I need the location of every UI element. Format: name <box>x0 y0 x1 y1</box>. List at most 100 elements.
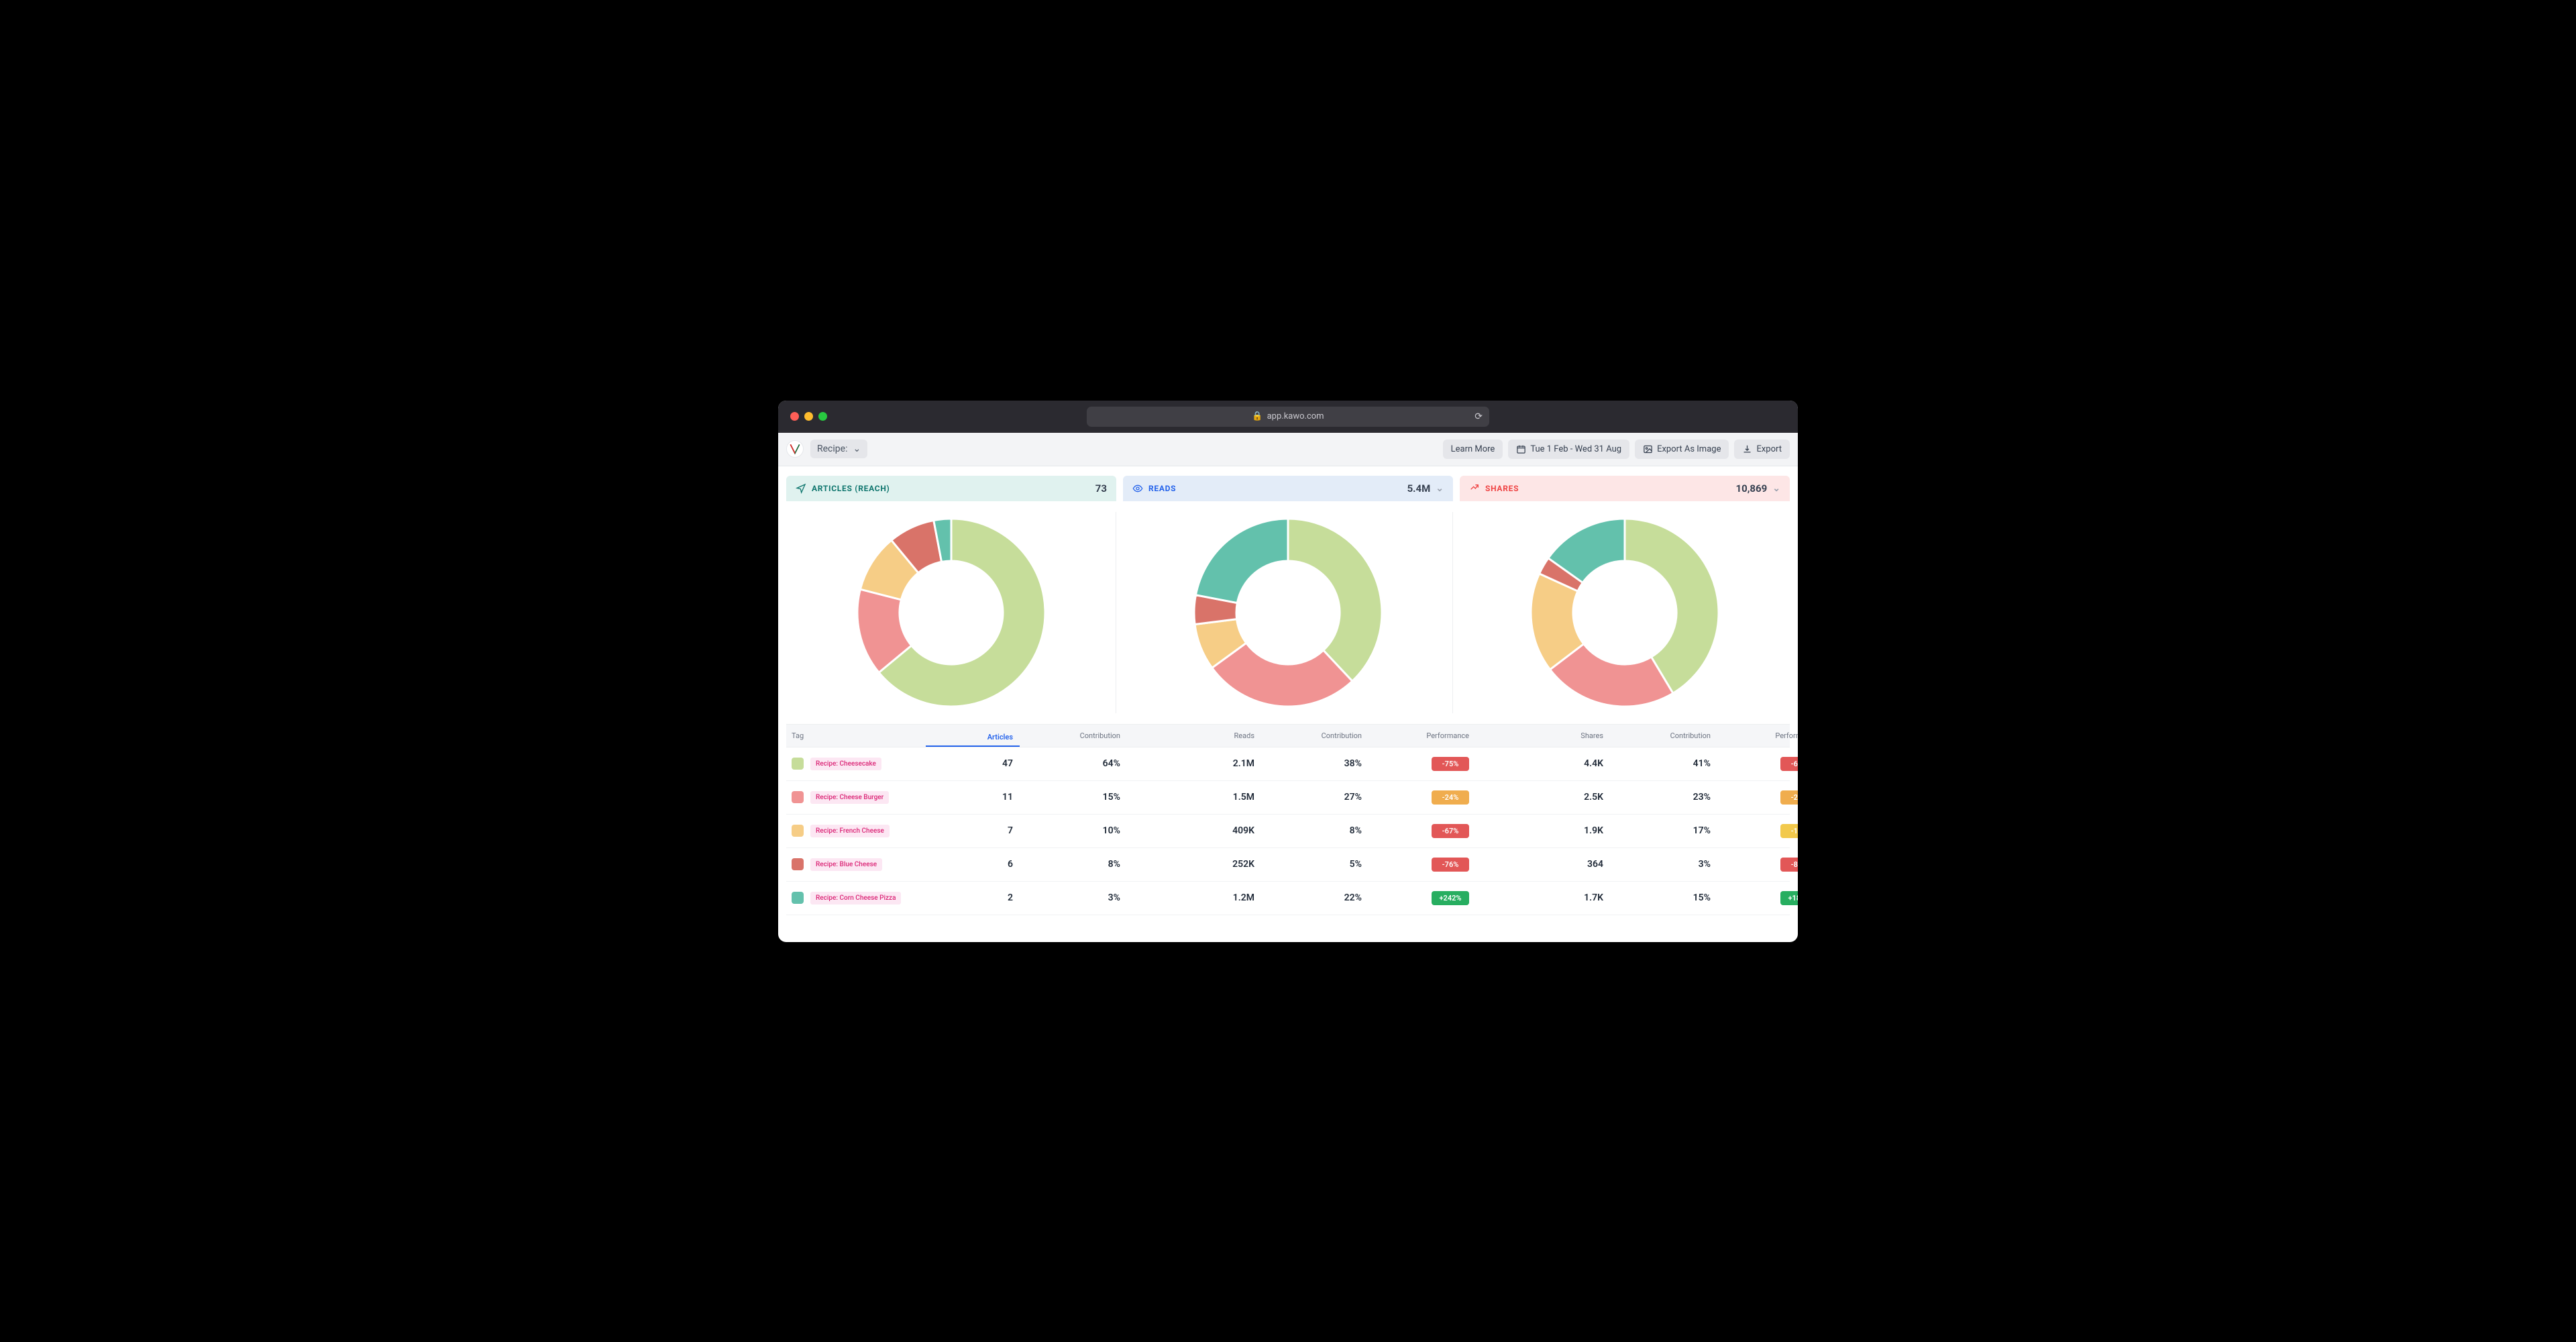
image-icon <box>1643 444 1653 454</box>
table-row[interactable]: Recipe: Cheesecake 47 64% 2.1M 38% -75% … <box>786 747 1790 781</box>
panel-shares-title: Shares <box>1485 484 1519 493</box>
perf-badge: -76% <box>1432 858 1469 872</box>
donut-shares: 41%23%17%15% <box>1527 515 1722 710</box>
panel-shares-value: 10,869 <box>1736 482 1768 495</box>
cell-articles-contrib: 64% <box>1020 758 1127 769</box>
tag-pill: Recipe: Cheesecake <box>810 758 881 770</box>
cell-reads-contrib: 5% <box>1261 859 1368 870</box>
cell-reads-contrib: 8% <box>1261 825 1368 836</box>
cell-shares-contrib: 15% <box>1610 892 1717 903</box>
cell-articles: 11 <box>926 792 1020 803</box>
export-image-button[interactable]: Export As Image <box>1635 440 1729 459</box>
table-row[interactable]: Recipe: Corn Cheese Pizza 2 3% 1.2M 22% … <box>786 882 1790 915</box>
tag-pill: Recipe: French Cheese <box>810 825 890 837</box>
share-icon <box>1469 483 1480 494</box>
export-image-label: Export As Image <box>1657 444 1721 454</box>
perf-badge: -24% <box>1432 790 1469 805</box>
tag-pill: Recipe: Blue Cheese <box>810 858 882 871</box>
color-swatch <box>792 892 804 904</box>
table-header: Tag Articles Contribution Reads Contribu… <box>786 724 1790 747</box>
address-bar[interactable]: 🔒 app.kawo.com ⟳ <box>1087 407 1489 427</box>
learn-more-button[interactable]: Learn More <box>1443 440 1503 459</box>
perf-badge: -22% <box>1780 790 1798 805</box>
cell-reads-contrib: 22% <box>1261 892 1368 903</box>
table-body: Recipe: Cheesecake 47 64% 2.1M 38% -75% … <box>786 747 1790 915</box>
perf-badge: -67% <box>1432 824 1469 838</box>
cell-shares-contrib: 41% <box>1610 758 1717 769</box>
chevron-down-icon: ⌄ <box>1772 483 1780 494</box>
color-swatch <box>792 858 804 870</box>
app-window: 🔒 app.kawo.com ⟳ Recipe: ⌄ Learn More Tu… <box>778 401 1798 942</box>
color-swatch <box>792 758 804 770</box>
perf-badge: +181% <box>1780 891 1798 905</box>
col-shares[interactable]: Shares <box>1503 731 1610 740</box>
col-tag[interactable]: Tag <box>792 731 926 740</box>
table-row[interactable]: Recipe: French Cheese 7 10% 409K 8% -67%… <box>786 815 1790 848</box>
fullscreen-icon[interactable] <box>818 412 827 421</box>
cell-reads: 252K <box>1154 859 1261 870</box>
color-swatch <box>792 825 804 837</box>
cell-articles-contrib: 15% <box>1020 792 1127 803</box>
panel-reads[interactable]: Reads 5.4M ⌄ <box>1123 476 1453 501</box>
cell-shares-contrib: 23% <box>1610 792 1717 803</box>
cell-articles-contrib: 8% <box>1020 859 1127 870</box>
col-reads-perf[interactable]: Performance <box>1368 731 1476 740</box>
tag-selector-label: Recipe: <box>817 444 847 454</box>
cell-reads: 409K <box>1154 825 1261 836</box>
refresh-icon[interactable]: ⟳ <box>1474 411 1483 422</box>
perf-badge: -80% <box>1780 858 1798 872</box>
table-row[interactable]: Recipe: Cheese Burger 11 15% 1.5M 27% -2… <box>786 781 1790 815</box>
cell-articles: 2 <box>926 892 1020 903</box>
col-shares-contrib[interactable]: Contribution <box>1610 731 1717 740</box>
cell-reads-contrib: 38% <box>1261 758 1368 769</box>
tag-pill: Recipe: Cheese Burger <box>810 791 889 804</box>
date-range-button[interactable]: Tue 1 Feb - Wed 31 Aug <box>1508 440 1629 459</box>
send-icon <box>796 483 806 494</box>
cell-shares-contrib: 3% <box>1610 859 1717 870</box>
cell-articles: 6 <box>926 859 1020 870</box>
cell-articles-contrib: 3% <box>1020 892 1127 903</box>
tag-pill: Recipe: Corn Cheese Pizza <box>810 892 901 905</box>
browser-titlebar: 🔒 app.kawo.com ⟳ <box>778 401 1798 433</box>
cell-shares-contrib: 17% <box>1610 825 1717 836</box>
panel-articles: Articles (Reach) 73 <box>786 476 1116 501</box>
perf-badge: +242% <box>1432 891 1469 905</box>
perf-badge: -68% <box>1780 757 1798 771</box>
col-reads[interactable]: Reads <box>1154 731 1261 740</box>
cell-shares: 2.5K <box>1503 792 1610 803</box>
cell-reads-contrib: 27% <box>1261 792 1368 803</box>
panel-reads-title: Reads <box>1148 484 1176 493</box>
calendar-icon <box>1516 444 1526 454</box>
export-button[interactable]: Export <box>1734 440 1790 459</box>
chevron-down-icon: ⌄ <box>1436 483 1444 494</box>
panel-articles-title: Articles (Reach) <box>812 484 890 493</box>
cell-articles: 47 <box>926 758 1020 769</box>
perf-badge: -75% <box>1432 757 1469 771</box>
cell-articles-contrib: 10% <box>1020 825 1127 836</box>
export-label: Export <box>1756 444 1782 454</box>
donut-articles: 64%15%10%8% <box>854 515 1049 710</box>
cell-reads: 1.2M <box>1154 892 1261 903</box>
panel-reads-value: 5.4M <box>1407 482 1431 495</box>
panel-shares[interactable]: Shares 10,869 ⌄ <box>1460 476 1790 501</box>
table-row[interactable]: Recipe: Blue Cheese 6 8% 252K 5% -76% 36… <box>786 848 1790 882</box>
col-articles[interactable]: Articles <box>926 733 1020 747</box>
donut-charts-row: 64%15%10%8% 38%27%8%5%22% 41%23%17%15% <box>778 501 1798 724</box>
cell-shares: 364 <box>1503 859 1610 870</box>
chevron-down-icon: ⌄ <box>853 444 861 454</box>
tag-selector[interactable]: Recipe: ⌄ <box>810 440 867 458</box>
learn-more-label: Learn More <box>1451 444 1495 454</box>
download-icon <box>1742 444 1752 454</box>
color-swatch <box>792 791 804 803</box>
close-icon[interactable] <box>790 412 799 421</box>
col-articles-contrib[interactable]: Contribution <box>1020 731 1127 740</box>
cell-reads: 2.1M <box>1154 758 1261 769</box>
minimize-icon[interactable] <box>804 412 813 421</box>
col-reads-contrib[interactable]: Contribution <box>1261 731 1368 740</box>
cell-shares: 1.7K <box>1503 892 1610 903</box>
page-toolbar: Recipe: ⌄ Learn More Tue 1 Feb - Wed 31 … <box>778 433 1798 466</box>
tag-table: Tag Articles Contribution Reads Contribu… <box>778 724 1798 942</box>
col-shares-perf[interactable]: Performance <box>1717 731 1798 740</box>
eye-icon <box>1132 483 1143 494</box>
donut-reads: 38%27%8%5%22% <box>1191 515 1385 710</box>
